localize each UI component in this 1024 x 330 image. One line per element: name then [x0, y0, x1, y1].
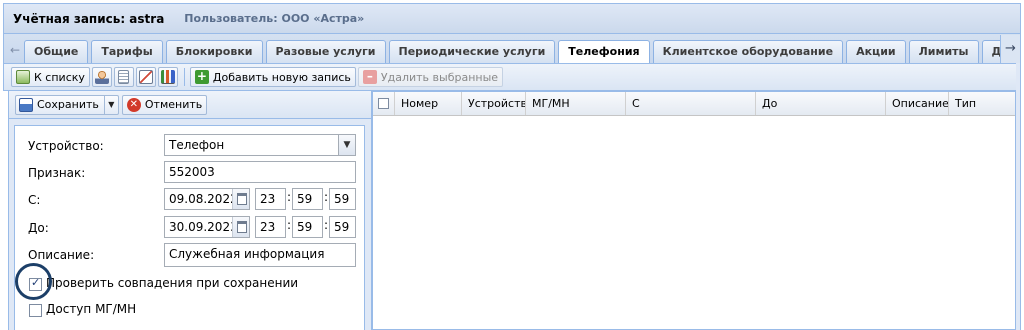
cancel-icon: ✕ — [126, 97, 141, 112]
line-chart-button[interactable] — [135, 67, 156, 87]
device-label: Устройство: — [28, 139, 104, 153]
bar-chart-button[interactable] — [157, 67, 178, 87]
line-chart-icon — [138, 70, 153, 84]
tab-blocks[interactable]: Блокировки — [165, 40, 263, 64]
select-all-cell — [373, 92, 395, 115]
edit-form: Устройство: Телефон ▼ Признак: 552003 С:… — [14, 125, 365, 330]
save-icon — [19, 97, 33, 112]
edit-panel: Сохранить ▼ ✕ Отменить Устройство: Телеф… — [8, 91, 372, 330]
calendar-icon[interactable] — [232, 189, 249, 209]
from-hour-field[interactable]: 23 — [255, 188, 286, 210]
sign-label: Признак: — [28, 166, 86, 180]
save-button[interactable]: Сохранить — [16, 95, 105, 114]
description-label: Описание: — [28, 248, 95, 262]
user-title: Пользователь: ООО «Астра» — [184, 12, 365, 25]
to-date-value: 30.09.2023 — [169, 220, 238, 234]
sign-field[interactable]: 552003 — [164, 161, 356, 183]
from-date-field[interactable]: 09.08.2022 — [164, 188, 250, 210]
to-hour-field[interactable]: 23 — [255, 216, 286, 238]
to-list-button[interactable]: К списку — [11, 67, 90, 87]
column-header-to[interactable]: До — [756, 92, 886, 115]
description-value: Служебная информация — [169, 247, 325, 261]
select-all-checkbox[interactable] — [378, 98, 389, 109]
tab-tariffs[interactable]: Тарифы — [91, 40, 163, 64]
column-header-description[interactable]: Описание — [886, 92, 949, 115]
user-icon — [94, 70, 109, 84]
tab-scroll-left-icon[interactable]: ← — [8, 42, 22, 58]
panel-edge — [1016, 63, 1021, 330]
list-back-icon — [16, 70, 30, 84]
from-date-value: 09.08.2022 — [169, 192, 238, 206]
main-toolbar: К списку + Добавить новую запись – Удали… — [3, 63, 1021, 91]
sign-value: 552003 — [169, 165, 215, 179]
toolbar-separator — [183, 68, 185, 86]
grid-header: Номер Устройство МГ/МН С До Описание Тип — [373, 92, 1015, 116]
to-second-field[interactable]: 59 — [329, 216, 356, 238]
bar-chart-icon — [160, 70, 175, 84]
to-second-value: 59 — [334, 220, 350, 234]
tab-limits[interactable]: Лимиты — [908, 40, 979, 64]
description-field[interactable]: Служебная информация — [164, 243, 356, 267]
save-split-button[interactable]: Сохранить ▼ — [15, 94, 119, 115]
minus-icon: – — [362, 70, 377, 84]
to-date-field[interactable]: 30.09.2023 — [164, 216, 250, 238]
from-minute-value: 59 — [297, 192, 313, 206]
cancel-label: Отменить — [144, 98, 203, 111]
chevron-down-icon[interactable]: ▼ — [105, 96, 118, 114]
tab-one-time-services[interactable]: Разовые услуги — [265, 40, 386, 64]
to-minute-field[interactable]: 59 — [292, 216, 323, 238]
tab-client-equipment[interactable]: Клиентское оборудование — [652, 40, 844, 64]
add-record-button[interactable]: + Добавить новую запись — [189, 67, 356, 87]
tab-strip: ← Общие Тарифы Блокировки Разовые услуги Пер… — [3, 33, 1021, 64]
check-matches-label: Проверить совпадения при сохранении — [46, 276, 299, 290]
to-minute-value: 59 — [297, 220, 313, 234]
access-mg-mn-label: Доступ МГ/МН — [46, 302, 137, 316]
from-second-value: 59 — [334, 192, 350, 206]
edit-toolbar: Сохранить ▼ ✕ Отменить — [9, 91, 371, 119]
add-record-label: Добавить новую запись — [212, 70, 351, 84]
column-header-from[interactable]: С — [626, 92, 756, 115]
column-header-number[interactable]: Номер — [395, 92, 462, 115]
column-header-mg-mn[interactable]: МГ/МН — [526, 92, 626, 115]
delete-selected-label: Удалить выбранные — [380, 70, 499, 84]
delete-selected-button[interactable]: – Удалить выбранные — [357, 67, 504, 87]
plus-icon: + — [194, 69, 209, 84]
device-select[interactable]: Телефон ▼ — [164, 134, 356, 156]
from-second-field[interactable]: 59 — [329, 188, 356, 210]
tab-periodic-services[interactable]: Периодические услуги — [388, 40, 556, 64]
from-hour-value: 23 — [260, 192, 276, 206]
access-mg-mn-checkbox[interactable] — [29, 304, 42, 317]
to-label: До: — [28, 221, 49, 235]
tab-telephony[interactable]: Телефония — [558, 40, 650, 64]
highlight-ring — [15, 263, 52, 300]
to-list-label: К списку — [34, 70, 85, 84]
save-label: Сохранить — [37, 98, 99, 111]
from-minute-field[interactable]: 59 — [292, 188, 323, 210]
device-value: Телефон — [169, 138, 225, 152]
records-grid: Номер Устройство МГ/МН С До Описание Тип — [372, 91, 1016, 330]
tab-promotions[interactable]: Акции — [846, 40, 906, 64]
user-card-button[interactable] — [91, 67, 112, 87]
to-hour-value: 23 — [260, 220, 276, 234]
account-title: Учётная запись: astra — [13, 11, 165, 26]
window-header: Учётная запись: astra Пользователь: ООО … — [3, 3, 1021, 33]
tab-scroll-right-icon[interactable]: → — [1000, 35, 1020, 63]
chevron-down-icon[interactable]: ▼ — [338, 135, 355, 155]
column-header-type[interactable]: Тип — [949, 92, 1015, 115]
tab-list: Общие Тарифы Блокировки Разовые услуги Перио… — [24, 40, 1000, 64]
cancel-button[interactable]: ✕ Отменить — [121, 94, 208, 115]
tab-additional[interactable]: Дополнитель — [981, 40, 1000, 64]
from-label: С: — [28, 193, 41, 207]
column-header-device[interactable]: Устройство — [462, 92, 526, 115]
document-icon — [118, 70, 130, 84]
document-button[interactable] — [113, 67, 134, 87]
tab-general[interactable]: Общие — [24, 40, 89, 64]
calendar-icon[interactable] — [232, 217, 249, 237]
